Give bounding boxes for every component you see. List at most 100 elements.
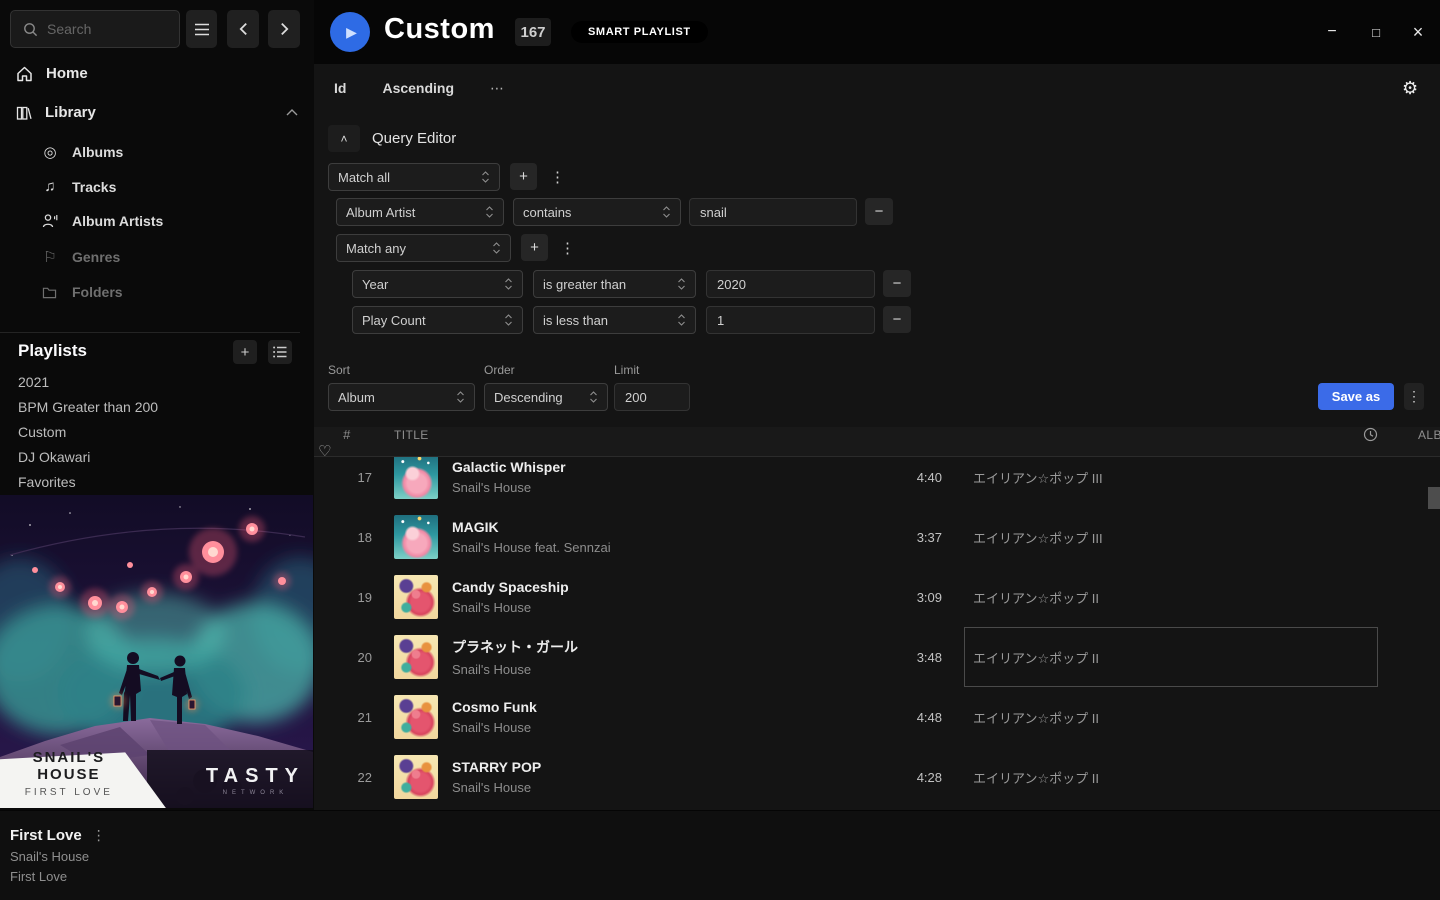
sort-direction-button[interactable]: Ascending [382, 80, 454, 97]
playlist-item[interactable]: DJ Okawari [18, 449, 90, 465]
rule2-value-input[interactable] [706, 270, 875, 298]
select-chevrons-icon [677, 313, 686, 327]
save-menu-icon[interactable]: ⋮ [1404, 383, 1424, 410]
track-duration: 3:48 [890, 650, 950, 665]
menu-button[interactable] [186, 10, 217, 48]
album-art-title: FIRST LOVE [0, 787, 138, 798]
now-playing-title[interactable]: First Love [10, 827, 82, 844]
table-row[interactable]: 21 Cosmo Funk Snail's House 4:48 エイリアン☆ポ… [314, 687, 1440, 747]
playlist-item[interactable]: Favorites [18, 474, 76, 490]
search-input[interactable] [47, 21, 167, 37]
window-minimize-button[interactable]: − [1322, 22, 1342, 42]
sort-label: Sort [328, 363, 350, 377]
track-album: エイリアン☆ポップ III [973, 528, 1103, 547]
sidebar-item-home[interactable]: Home [16, 65, 88, 82]
rule1-field-select[interactable]: Album Artist [336, 198, 504, 226]
rule1-remove-button[interactable]: − [865, 198, 893, 225]
track-title: STARRY POP [452, 759, 878, 775]
select-chevrons-icon [485, 205, 494, 219]
track-duration: 4:40 [890, 470, 950, 485]
sidebar-item-genres[interactable]: ⚐ Genres [42, 248, 120, 266]
playlist-item[interactable]: 2021 [18, 374, 49, 390]
sort-select[interactable]: Album [328, 383, 475, 411]
track-duration: 3:37 [890, 530, 950, 545]
window-close-button[interactable]: × [1408, 22, 1428, 42]
track-duration: 3:09 [890, 590, 950, 605]
sidebar-item-library[interactable]: Library [16, 104, 298, 121]
limit-label: Limit [614, 363, 639, 377]
rule1-operator-select[interactable]: contains [513, 198, 681, 226]
match-any-select[interactable]: Match any [336, 234, 511, 262]
playlists-title: Playlists [18, 341, 87, 361]
playlist-item[interactable]: BPM Greater than 200 [18, 399, 158, 415]
rule3-value-input[interactable] [706, 306, 875, 334]
sidebar-item-albums[interactable]: ◎ Albums [42, 143, 123, 161]
select-chevrons-icon [589, 390, 598, 404]
rule2-remove-button[interactable]: − [883, 270, 911, 297]
album-art-thumbnail [394, 755, 438, 799]
sort-field-button[interactable]: Id [334, 80, 346, 97]
column-album[interactable]: ALBUM [1390, 428, 1440, 442]
artist-icon [42, 213, 58, 229]
column-index[interactable]: # [314, 427, 380, 442]
limit-input[interactable] [614, 383, 690, 411]
sidebar-item-label: Folders [72, 284, 123, 300]
track-count-badge: 167 [515, 18, 551, 46]
save-as-button[interactable]: Save as [1318, 383, 1394, 410]
column-title[interactable]: TITLE [380, 428, 890, 442]
table-row[interactable]: 20 プラネット・ガール Snail's House 3:48 エイリアン☆ポッ… [314, 627, 1440, 687]
track-title: Cosmo Funk [452, 699, 878, 715]
album-art-thumbnail [394, 695, 438, 739]
duration-clock-icon[interactable] [1363, 427, 1390, 442]
add-playlist-button[interactable]: + [233, 340, 257, 364]
play-playlist-button[interactable]: ▶ [330, 12, 370, 52]
track-title: Candy Spaceship [452, 579, 878, 595]
rule3-remove-button[interactable]: − [883, 306, 911, 333]
table-row[interactable]: 19 Candy Spaceship Snail's House 3:09 エイ… [314, 567, 1440, 627]
album-art-thumbnail [394, 635, 438, 679]
album-art-artist: SNAIL'S HOUSE [0, 749, 138, 783]
rule-group-menu-icon[interactable]: ⋮ [550, 165, 564, 189]
now-playing-album[interactable]: First Love [10, 869, 67, 884]
table-row[interactable]: 18 MAGIK Snail's House feat. Sennzai 3:3… [314, 507, 1440, 567]
album-banner-text: SNAIL'S HOUSE FIRST LOVE [0, 749, 138, 798]
playlist-list-button[interactable] [268, 340, 292, 364]
sidebar-item-album-artists[interactable]: Album Artists [42, 213, 163, 229]
chevron-up-icon[interactable] [286, 109, 298, 116]
rule1-value-input[interactable] [689, 198, 857, 226]
search-box[interactable] [10, 10, 180, 48]
track-artist: Snail's House [452, 480, 878, 495]
more-options-icon[interactable]: ⋯ [490, 80, 505, 97]
rule2-operator-select[interactable]: is greater than [533, 270, 696, 298]
window-maximize-button[interactable]: □ [1366, 22, 1386, 42]
add-subrule-button[interactable]: + [521, 234, 548, 261]
playlist-item[interactable]: Custom [18, 424, 66, 440]
folder-icon [42, 286, 58, 299]
query-editor-collapse-button[interactable]: ˄ [328, 125, 360, 152]
query-editor-title: Query Editor [372, 130, 456, 147]
scrollbar-thumb[interactable] [1428, 487, 1440, 509]
albums-icon: ◎ [42, 143, 58, 161]
forward-button[interactable] [268, 10, 300, 48]
album-art-thumbnail [394, 575, 438, 619]
track-artist: Snail's House [452, 720, 878, 735]
table-row[interactable]: 22 STARRY POP Snail's House 4:28 エイリアン☆ポ… [314, 747, 1440, 807]
select-chevrons-icon [504, 277, 513, 291]
rule3-field-select[interactable]: Play Count [352, 306, 523, 334]
settings-gear-icon[interactable]: ⚙ [1402, 78, 1418, 99]
match-all-select[interactable]: Match all [328, 163, 500, 191]
now-playing-artist[interactable]: Snail's House [10, 849, 89, 864]
sidebar-item-folders[interactable]: Folders [42, 284, 123, 300]
dots-vertical-icon: ⋮ [560, 240, 575, 257]
add-rule-button[interactable]: + [510, 163, 537, 190]
now-playing-album-art[interactable]: SNAIL'S HOUSE FIRST LOVE TASTY NETWORK [0, 495, 313, 808]
back-button[interactable] [227, 10, 259, 48]
subgroup-menu-icon[interactable]: ⋮ [560, 236, 574, 260]
order-select[interactable]: Descending [484, 383, 608, 411]
rule2-field-select[interactable]: Year [352, 270, 523, 298]
table-row[interactable]: 17 Galactic Whisper Snail's House 4:40 エ… [314, 457, 1440, 507]
track-artist: Snail's House feat. Sennzai [452, 540, 878, 555]
now-playing-menu-icon[interactable]: ⋮ [92, 827, 106, 844]
sidebar-item-tracks[interactable]: ♫ Tracks [42, 178, 116, 195]
rule3-operator-select[interactable]: is less than [533, 306, 696, 334]
